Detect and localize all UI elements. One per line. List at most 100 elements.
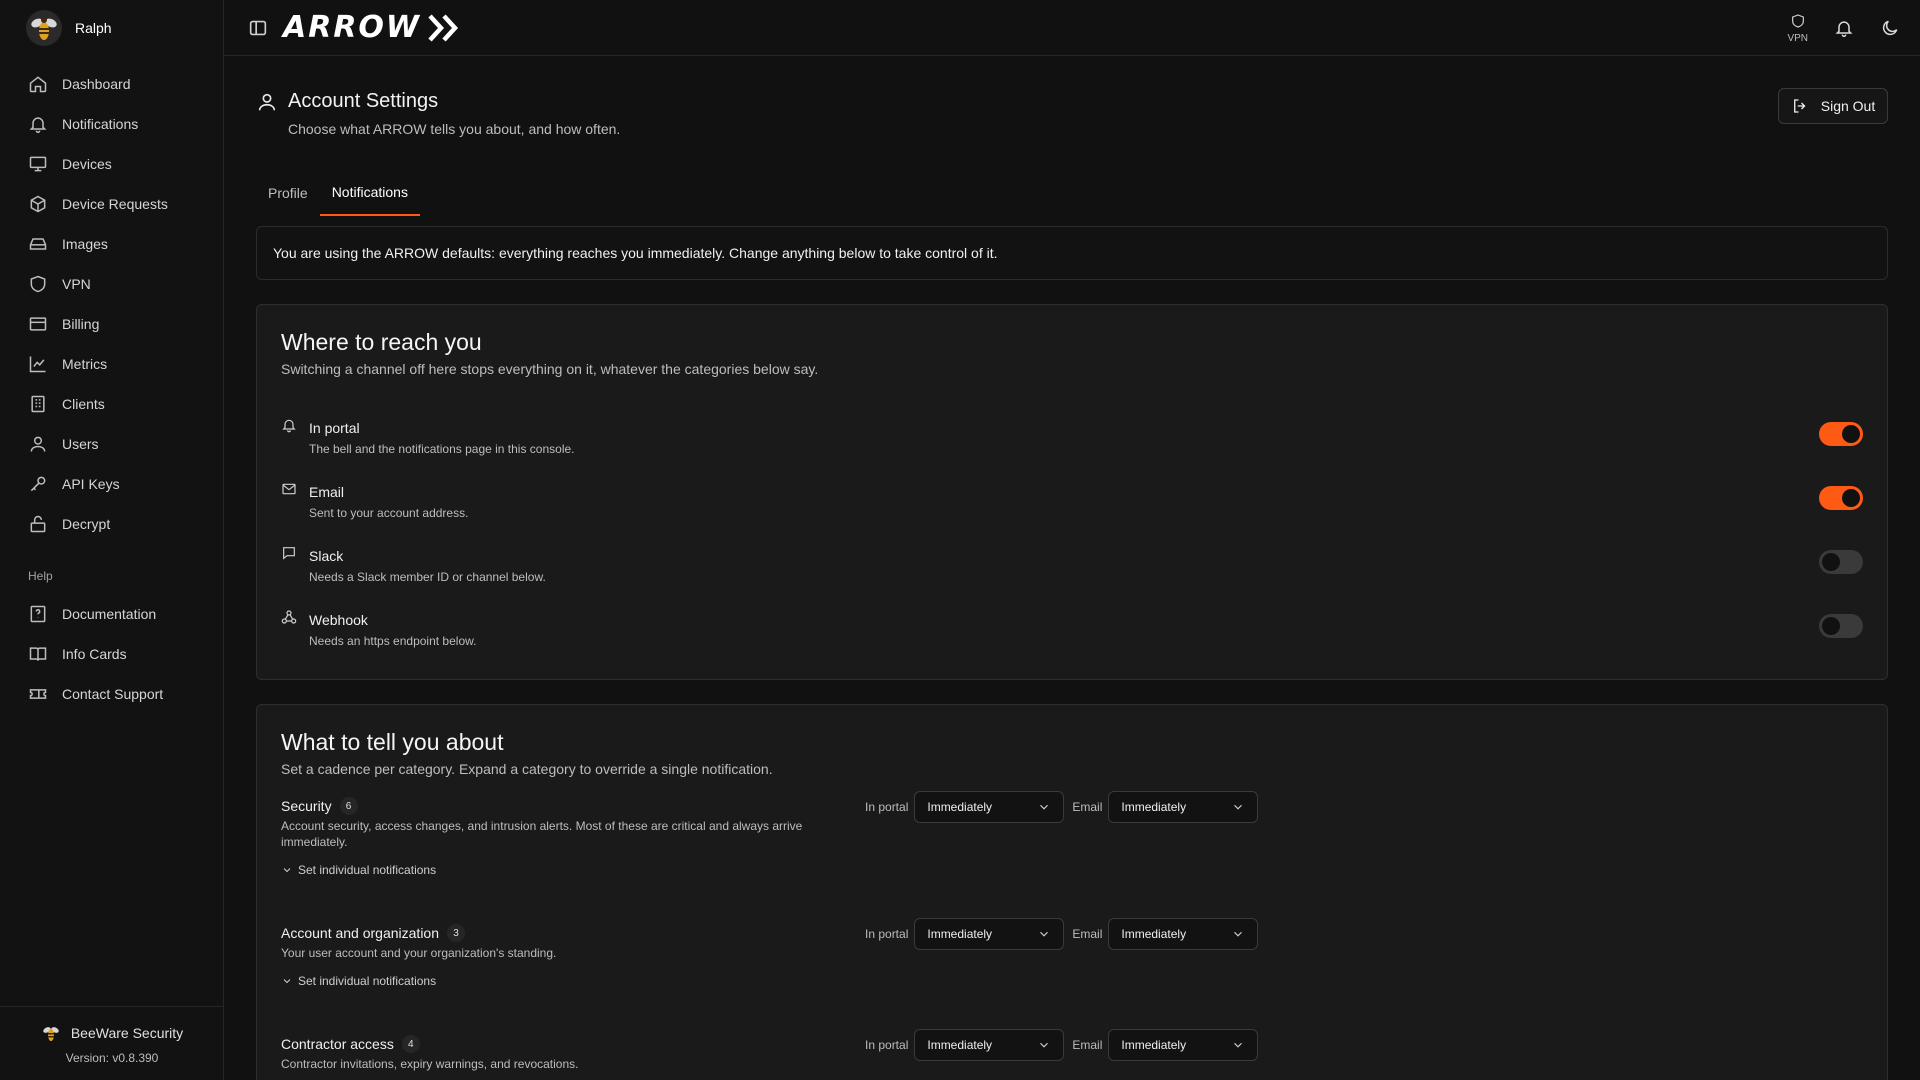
sidebar-item-label: Decrypt bbox=[62, 516, 111, 532]
cadence-selects: In portal Immediately Email Immediately bbox=[865, 791, 1266, 823]
book-open-icon bbox=[28, 644, 48, 664]
portal-cadence-select[interactable]: Immediately bbox=[914, 791, 1065, 823]
defaults-banner: You are using the ARROW defaults: everyt… bbox=[256, 226, 1888, 280]
sidebar-item-images[interactable]: Images bbox=[10, 226, 213, 262]
webhook-icon bbox=[281, 609, 297, 625]
sidebar: Ralph Dashboard Notifications Devices De… bbox=[0, 0, 224, 1080]
page-title-row: Account Settings bbox=[256, 90, 438, 113]
reach-card: Where to reach you Switching a channel o… bbox=[256, 304, 1888, 680]
sidebar-item-api-keys[interactable]: API Keys bbox=[10, 466, 213, 502]
line-chart-icon bbox=[28, 354, 48, 374]
in-portal-toggle[interactable] bbox=[1819, 422, 1863, 446]
help-section-label: Help bbox=[28, 569, 53, 583]
user-header[interactable]: Ralph bbox=[0, 0, 223, 55]
main-content: Account Settings Choose what ARROW tells… bbox=[256, 56, 1888, 1080]
tell-card: What to tell you about Set a cadence per… bbox=[256, 704, 1888, 1080]
moon-icon[interactable] bbox=[1880, 18, 1900, 38]
sidebar-item-label: Images bbox=[62, 236, 108, 252]
bell-icon[interactable] bbox=[1834, 18, 1854, 38]
portal-label: In portal bbox=[865, 1038, 909, 1052]
lock-open-icon bbox=[28, 514, 48, 534]
chevron-down-icon bbox=[1231, 927, 1245, 941]
portal-cadence-select[interactable]: Immediately bbox=[914, 1029, 1065, 1061]
email-toggle[interactable] bbox=[1819, 486, 1863, 510]
user-icon bbox=[256, 91, 278, 113]
sidebar-item-label: Billing bbox=[62, 316, 100, 332]
shield-icon bbox=[1790, 13, 1806, 29]
toggle-knob bbox=[1842, 489, 1860, 507]
ticket-icon bbox=[28, 684, 48, 704]
sign-out-label: Sign Out bbox=[1820, 98, 1876, 114]
expand-label: Set individual notifications bbox=[298, 863, 437, 877]
logo-text: ARROW bbox=[283, 10, 422, 45]
credit-card-icon bbox=[28, 314, 48, 334]
user-name: Ralph bbox=[75, 19, 112, 36]
expand-label: Set individual notifications bbox=[298, 974, 437, 988]
sidebar-item-dashboard[interactable]: Dashboard bbox=[10, 66, 213, 102]
sidebar-item-billing[interactable]: Billing bbox=[10, 306, 213, 342]
sidebar-item-metrics[interactable]: Metrics bbox=[10, 346, 213, 382]
settings-tabs: Profile Notifications bbox=[256, 170, 420, 216]
home-icon bbox=[28, 74, 48, 94]
chevron-down-icon bbox=[1231, 800, 1245, 814]
sidebar-item-devices[interactable]: Devices bbox=[10, 146, 213, 182]
double-chevron-icon bbox=[427, 13, 461, 43]
toggle-knob bbox=[1822, 553, 1840, 571]
sidebar-item-label: Info Cards bbox=[62, 646, 127, 662]
sidebar-item-notifications[interactable]: Notifications bbox=[10, 106, 213, 142]
set-individual-notifications-link[interactable]: Set individual notifications bbox=[281, 863, 436, 877]
slack-toggle[interactable] bbox=[1819, 550, 1863, 574]
category-name: Security bbox=[281, 798, 332, 814]
select-value: Immediately bbox=[1121, 1038, 1187, 1052]
mail-icon bbox=[281, 481, 297, 497]
sidebar-item-contact-support[interactable]: Contact Support bbox=[10, 676, 213, 712]
bell-icon bbox=[28, 114, 48, 134]
sidebar-item-users[interactable]: Users bbox=[10, 426, 213, 462]
sidebar-item-label: Contact Support bbox=[62, 686, 164, 702]
message-square-icon bbox=[281, 545, 297, 561]
toggle-knob bbox=[1822, 617, 1840, 635]
topbar: ARROW VPN bbox=[224, 0, 1920, 56]
channel-name: Webhook bbox=[309, 612, 368, 628]
building-icon bbox=[28, 394, 48, 414]
portal-cadence-select[interactable]: Immediately bbox=[914, 918, 1065, 950]
sidebar-item-vpn[interactable]: VPN bbox=[10, 266, 213, 302]
log-out-icon bbox=[1791, 97, 1809, 115]
arrow-logo[interactable]: ARROW bbox=[283, 10, 461, 45]
sidebar-item-decrypt[interactable]: Decrypt bbox=[10, 506, 213, 542]
channel-email: Email Sent to your account address. bbox=[281, 481, 1863, 533]
toggle-knob bbox=[1842, 425, 1860, 443]
reach-description: Switching a channel off here stops every… bbox=[281, 361, 819, 377]
webhook-toggle[interactable] bbox=[1819, 614, 1863, 638]
reach-title: Where to reach you bbox=[281, 329, 482, 355]
tab-notifications[interactable]: Notifications bbox=[319, 170, 420, 216]
chevron-down-icon bbox=[1037, 1038, 1051, 1052]
page-header: Account Settings Choose what ARROW tells… bbox=[256, 56, 1888, 137]
sidebar-item-label: Clients bbox=[62, 396, 105, 412]
category-count-badge: 3 bbox=[447, 924, 465, 942]
set-individual-notifications-link[interactable]: Set individual notifications bbox=[281, 974, 436, 988]
tab-profile[interactable]: Profile bbox=[256, 170, 320, 216]
channel-description: Needs an https endpoint below. bbox=[309, 634, 477, 648]
package-icon bbox=[28, 194, 48, 214]
sidebar-item-info-cards[interactable]: Info Cards bbox=[10, 636, 213, 672]
hard-drive-icon bbox=[28, 234, 48, 254]
vpn-button[interactable]: VPN bbox=[1787, 13, 1808, 44]
sidebar-item-documentation[interactable]: Documentation bbox=[10, 596, 213, 632]
sidebar-item-label: API Keys bbox=[62, 476, 120, 492]
chevron-down-icon bbox=[1037, 800, 1051, 814]
sidebar-item-clients[interactable]: Clients bbox=[10, 386, 213, 422]
topbar-actions: VPN bbox=[1787, 0, 1900, 56]
file-question-icon bbox=[28, 604, 48, 624]
email-cadence-select[interactable]: Immediately bbox=[1108, 918, 1259, 950]
email-cadence-select[interactable]: Immediately bbox=[1108, 791, 1259, 823]
sign-out-button[interactable]: Sign Out bbox=[1778, 88, 1888, 124]
sidebar-toggle-icon[interactable] bbox=[247, 17, 269, 39]
tell-title: What to tell you about bbox=[281, 729, 504, 755]
sidebar-item-device-requests[interactable]: Device Requests bbox=[10, 186, 213, 222]
page-subtitle: Choose what ARROW tells you about, and h… bbox=[288, 121, 621, 137]
email-cadence-select[interactable]: Immediately bbox=[1108, 1029, 1259, 1061]
channel-in-portal: In portal The bell and the notifications… bbox=[281, 417, 1863, 469]
channel-description: Needs a Slack member ID or channel below… bbox=[309, 570, 546, 584]
select-value: Immediately bbox=[1121, 927, 1187, 941]
